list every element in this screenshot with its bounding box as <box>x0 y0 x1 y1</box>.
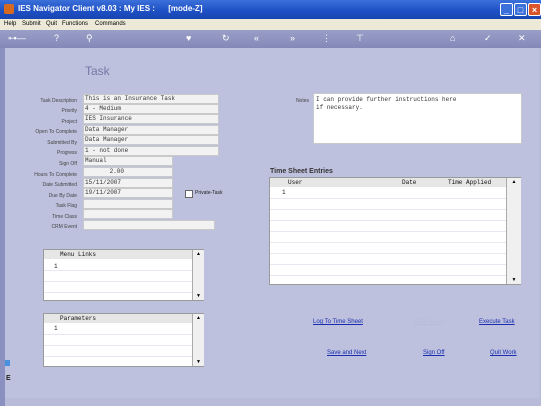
submitted-by-field[interactable]: Data Manager <box>83 135 219 145</box>
notes-textarea[interactable]: I can provide further instructions here … <box>313 93 522 144</box>
open-to-complete-field[interactable]: Data Manager <box>83 125 219 135</box>
minimize-button[interactable]: _ <box>500 3 513 16</box>
toolbar: ⊶— ? ⚲ ♥ ↻ « » ⋮ ⊤ ⌂ ✓ ✕ <box>0 30 541 48</box>
scroll-up-icon[interactable]: ▲ <box>507 178 521 186</box>
menu-links-row-number: 1 <box>54 263 58 270</box>
due-by-date-field[interactable]: 19/11/2007 <box>83 188 173 198</box>
time-sheet-grid: User Date Time Applied 1 ▲ ▼ <box>269 177 521 285</box>
menu-links-grid: Menu Links 1 ▲ ▼ <box>43 249 204 301</box>
menu-quit[interactable]: Quit <box>46 21 57 27</box>
search-icon[interactable]: ⚲ <box>86 33 93 43</box>
hours-to-complete-field[interactable]: 2.00 <box>83 167 173 177</box>
refresh-icon[interactable]: ↻ <box>222 33 230 43</box>
task-description-field[interactable]: This is an Insurance Task <box>83 94 219 104</box>
label-priority: Priority <box>61 108 77 114</box>
scroll-down-icon[interactable]: ▼ <box>193 358 204 366</box>
menu-submit[interactable]: Submit <box>22 21 41 27</box>
column-user: User <box>288 179 303 186</box>
time-sheet-row-number: 1 <box>282 189 286 196</box>
window-title: IES Navigator Client v8.03 : My IES : [m… <box>18 4 203 13</box>
label-date-submitted: Date Submitted <box>42 182 77 188</box>
label-time-class: Time Class <box>52 214 77 220</box>
key-icon[interactable]: ⊶— <box>8 33 26 43</box>
check-icon[interactable]: ✓ <box>484 33 492 43</box>
task-flag-field[interactable] <box>83 199 173 209</box>
parameters-grid: Parameters 1 ▲ ▼ <box>43 313 204 367</box>
label-submitted-by: Submitted By <box>47 140 77 146</box>
quit-work-link[interactable]: Quit Work <box>490 350 517 356</box>
side-e-icon: E <box>6 375 11 382</box>
scroll-down-icon[interactable]: ▼ <box>193 292 204 300</box>
help-icon[interactable]: ? <box>54 33 59 43</box>
menu-links-scrollbar[interactable]: ▲ ▼ <box>192 250 204 300</box>
priority-field[interactable]: 4 - Medium <box>83 104 219 114</box>
crm-event-link[interactable]: CRM Event <box>414 319 445 325</box>
label-crm-event: CRM Event <box>51 224 77 230</box>
private-task-label: Private-Task <box>195 190 223 196</box>
title-bar: IES Navigator Client v8.03 : My IES : [m… <box>0 0 541 19</box>
project-field[interactable]: IES Insurance <box>83 114 219 124</box>
scroll-down-icon[interactable]: ▼ <box>507 276 521 284</box>
save-and-next-link[interactable]: Save and Next <box>327 350 366 356</box>
close-window-button[interactable]: × <box>528 3 541 16</box>
label-due-by-date: Due By Date <box>48 193 77 199</box>
label-task-flag: Task Flag <box>55 203 77 209</box>
menu-links-header: Menu Links <box>44 250 192 259</box>
menu-functions[interactable]: Functions <box>62 21 88 27</box>
parameters-row-number: 1 <box>54 325 58 332</box>
scroll-up-icon[interactable]: ▲ <box>193 250 204 258</box>
label-sign-off: Sign Off <box>59 161 77 167</box>
private-task-checkbox[interactable] <box>185 190 193 198</box>
time-sheet-scrollbar[interactable]: ▲ ▼ <box>506 178 521 284</box>
menu-help[interactable]: Help <box>4 21 16 27</box>
crm-event-field[interactable] <box>83 220 215 230</box>
cancel-icon[interactable]: ✕ <box>518 33 526 43</box>
progress-field[interactable]: 1 - not done <box>83 146 219 156</box>
app-window: IES Navigator Client v8.03 : My IES : [m… <box>0 0 541 406</box>
column-time-applied: Time Applied <box>448 179 492 186</box>
tree-icon[interactable]: ⋮ <box>322 33 331 43</box>
label-open-to-complete: Open To Complete <box>35 129 77 135</box>
label-hours-to-complete: Hours To Complete <box>34 172 77 178</box>
execute-task-link[interactable]: Execute Task <box>479 319 515 325</box>
time-sheet-header: User Date Time Applied <box>270 178 506 187</box>
date-submitted-field[interactable]: 15/11/2007 <box>83 178 173 188</box>
rewind-icon[interactable]: « <box>254 33 259 43</box>
sign-off-field[interactable]: Manual <box>83 156 173 166</box>
forward-icon[interactable]: » <box>290 33 295 43</box>
home-icon[interactable]: ⌂ <box>450 33 455 43</box>
scroll-up-icon[interactable]: ▲ <box>193 314 204 322</box>
heart-icon[interactable]: ♥ <box>186 33 191 43</box>
time-class-field[interactable] <box>83 209 173 219</box>
menu-bar: Help Submit Quit Functions Commands <box>0 19 541 30</box>
app-icon <box>4 4 14 14</box>
pin-icon[interactable]: ⊤ <box>356 33 364 43</box>
page-title: Task <box>85 64 110 78</box>
side-marker-icon <box>5 360 10 366</box>
parameters-scrollbar[interactable]: ▲ ▼ <box>192 314 204 366</box>
parameters-header: Parameters <box>44 314 192 323</box>
log-to-time-sheet-link[interactable]: Log To Time Sheet <box>313 319 363 325</box>
column-date: Date <box>402 179 417 186</box>
time-sheet-title: Time Sheet Entries <box>270 168 333 175</box>
label-project: Project <box>61 119 77 125</box>
maximize-button[interactable]: □ <box>514 3 527 16</box>
menu-commands[interactable]: Commands <box>95 21 126 27</box>
notes-label: Notes <box>295 98 309 104</box>
label-task-description: Task Description <box>40 98 77 104</box>
task-panel: Task Task Description This is an Insuran… <box>5 48 539 398</box>
sign-off-link[interactable]: Sign Off <box>423 350 445 356</box>
label-progress: Progress <box>56 150 77 156</box>
